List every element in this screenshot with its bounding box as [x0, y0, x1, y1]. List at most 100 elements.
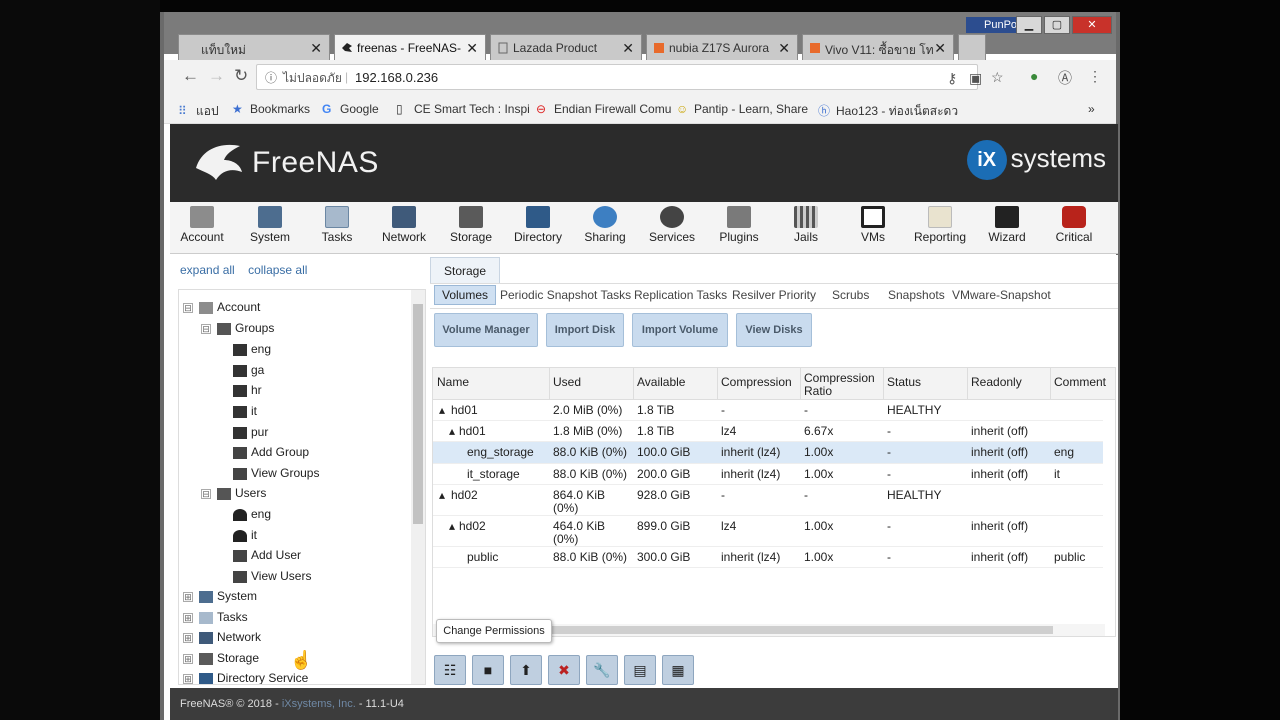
subtab-scrubs[interactable]: Scrubs [832, 288, 869, 302]
tree-item-group-hr[interactable]: hr [233, 383, 262, 403]
tab-nubia[interactable]: nubia Z17S Aurora ✕ [646, 34, 798, 60]
bookmark-google[interactable]: G Google [322, 102, 379, 116]
nav-system[interactable]: System [238, 206, 302, 244]
table-row[interactable]: public 88.0 KiB (0%) 300.0 GiB inherit (… [433, 547, 1103, 568]
expand-toggle[interactable]: ⊞ [183, 653, 193, 664]
back-arrow-icon[interactable]: ← [182, 66, 199, 86]
table-row[interactable]: ▴ hd02 464.0 KiB (0%) 899.0 GiB lz4 1.00… [433, 516, 1103, 547]
subtab-volumes[interactable]: Volumes [434, 285, 497, 305]
collapse-toggle[interactable]: ⊟ [201, 488, 211, 499]
row-toggle[interactable]: ▴ [449, 425, 455, 438]
tree-item-system[interactable]: ⊞ System [183, 589, 257, 609]
col-compression[interactable]: Compression [721, 376, 792, 389]
tree-item-account[interactable]: ⊟ Account [183, 300, 260, 320]
nav-reporting[interactable]: Reporting [908, 206, 972, 244]
footer-company-link[interactable]: iXsystems, Inc. [282, 698, 356, 710]
close-icon[interactable]: ✕ [466, 40, 478, 57]
subtab-resilver-priority[interactable]: Resilver Priority [732, 288, 816, 302]
menu-icon[interactable]: ⋮ [1088, 68, 1102, 85]
nav-plugins[interactable]: Plugins [707, 206, 771, 244]
nav-jails[interactable]: Jails [774, 206, 838, 244]
tree-item-directory-service[interactable]: ⊞ Directory Service [183, 671, 308, 684]
view-disks-button[interactable]: View Disks [736, 313, 812, 347]
settings-wrench-icon[interactable]: 🔧 [586, 655, 618, 685]
table-row[interactable]: ▴ hd01 2.0 MiB (0%) 1.8 TiB - - HEALTHY [433, 400, 1103, 421]
tree-item-storage[interactable]: ⊞ Storage [183, 651, 259, 671]
col-name[interactable]: Name [437, 376, 469, 389]
create-dataset-icon[interactable]: ■ [472, 655, 504, 685]
row-toggle[interactable]: ▴ [439, 489, 445, 502]
upload-icon[interactable]: ⬆ [510, 655, 542, 685]
nav-network[interactable]: Network [372, 206, 436, 244]
key-icon[interactable]: ⚷ [947, 70, 957, 87]
maximize-button[interactable]: ▢ [1044, 16, 1070, 34]
calendar-icon[interactable]: ▦ [662, 655, 694, 685]
expand-toggle[interactable]: ⊞ [183, 612, 193, 623]
bookmark-pantip[interactable]: ☺ Pantip - Learn, Share [676, 102, 808, 116]
tree-item-user-eng[interactable]: eng [233, 507, 271, 527]
col-compression-ratio[interactable]: Compression Ratio [804, 372, 880, 398]
col-status[interactable]: Status [887, 376, 921, 389]
col-used[interactable]: Used [553, 376, 581, 389]
expand-toggle[interactable]: ⊞ [183, 632, 193, 643]
tree-item-group-it[interactable]: it [233, 404, 257, 424]
close-icon[interactable]: ✕ [622, 40, 634, 57]
volume-manager-button[interactable]: Volume Manager [434, 313, 538, 347]
tree-item-add-user[interactable]: Add User [233, 548, 301, 568]
row-toggle[interactable]: ▴ [449, 520, 455, 533]
collapse-all-link[interactable]: collapse all [248, 263, 307, 277]
tree-item-view-users[interactable]: View Users [233, 569, 311, 589]
subtab-replication-tasks[interactable]: Replication Tasks [634, 288, 727, 302]
import-disk-button[interactable]: Import Disk [546, 313, 624, 347]
close-icon[interactable]: ✕ [310, 40, 322, 57]
tree-item-users[interactable]: ⊟ Users [201, 486, 266, 506]
tab-new-tab[interactable]: แท็บใหม่ ✕ [178, 34, 330, 60]
nav-storage[interactable]: Storage [439, 206, 503, 244]
nav-critical[interactable]: Critical [1042, 206, 1106, 244]
tree-item-groups[interactable]: ⊟ Groups [201, 321, 274, 341]
nav-services[interactable]: Services [640, 206, 704, 244]
expand-toggle[interactable]: ⊞ [183, 591, 193, 602]
tree-item-group-ga[interactable]: ga [233, 363, 264, 383]
expand-toggle[interactable]: ⊞ [183, 673, 193, 684]
tab-storage[interactable]: Storage [430, 257, 500, 283]
expand-all-link[interactable]: expand all [180, 263, 235, 277]
nav-tasks[interactable]: Tasks [305, 206, 369, 244]
close-icon[interactable]: ✕ [934, 40, 946, 57]
collapse-toggle[interactable]: ⊟ [183, 302, 193, 313]
bookmark-apps[interactable]: ⠿ แอป [178, 102, 219, 121]
col-comment[interactable]: Comment [1054, 376, 1106, 389]
subtab-snapshots[interactable]: Snapshots [888, 288, 945, 302]
tree-item-network[interactable]: ⊞ Network [183, 630, 261, 650]
delete-dataset-icon[interactable]: ✖ [548, 655, 580, 685]
bookmark-bookmarks[interactable]: ★ Bookmarks [232, 102, 310, 116]
table-row-selected[interactable]: eng_storage 88.0 KiB (0%) 100.0 GiB inhe… [433, 442, 1103, 464]
nav-account[interactable]: Account [170, 206, 234, 244]
subtab-periodic-snapshot-tasks[interactable]: Periodic Snapshot Tasks [500, 288, 631, 302]
forward-arrow-icon[interactable]: → [208, 66, 225, 86]
close-window-button[interactable]: ✕ [1072, 16, 1112, 34]
tab-freenas[interactable]: freenas - FreeNAS- ✕ [334, 34, 486, 60]
tree-item-group-pur[interactable]: pur [233, 425, 268, 445]
bookmark-hao123[interactable]: ⓗ Hao123 - ท่องเน็ตสะดว [818, 102, 958, 121]
table-row[interactable]: ▴ hd02 864.0 KiB (0%) 928.0 GiB - - HEAL… [433, 485, 1103, 516]
create-zvol-icon[interactable]: ▤ [624, 655, 656, 685]
tree-scrollbar[interactable] [411, 290, 425, 684]
translate-icon[interactable]: ▣ [969, 70, 982, 87]
tree-item-user-it[interactable]: it [233, 528, 257, 548]
grid-vertical-scrollbar[interactable] [1103, 400, 1115, 636]
info-icon[interactable]: ⓘ [265, 69, 277, 86]
tree-item-view-groups[interactable]: View Groups [233, 466, 319, 486]
reload-icon[interactable]: ↻ [234, 66, 248, 86]
close-icon[interactable]: ✕ [778, 40, 790, 57]
change-permissions-icon[interactable]: ☷ [434, 655, 466, 685]
import-volume-button[interactable]: Import Volume [632, 313, 728, 347]
tree-item-group-eng[interactable]: eng [233, 342, 271, 362]
tab-lazada[interactable]: Lazada Product ✕ [490, 34, 642, 60]
nav-directory[interactable]: Directory [506, 206, 570, 244]
collapse-toggle[interactable]: ⊟ [201, 323, 211, 334]
star-icon[interactable]: ☆ [991, 69, 1004, 86]
bookmark-endian[interactable]: ⊖ Endian Firewall Comu [536, 102, 671, 116]
col-available[interactable]: Available [637, 376, 685, 389]
subtab-vmware-snapshot[interactable]: VMware-Snapshot [952, 288, 1051, 302]
